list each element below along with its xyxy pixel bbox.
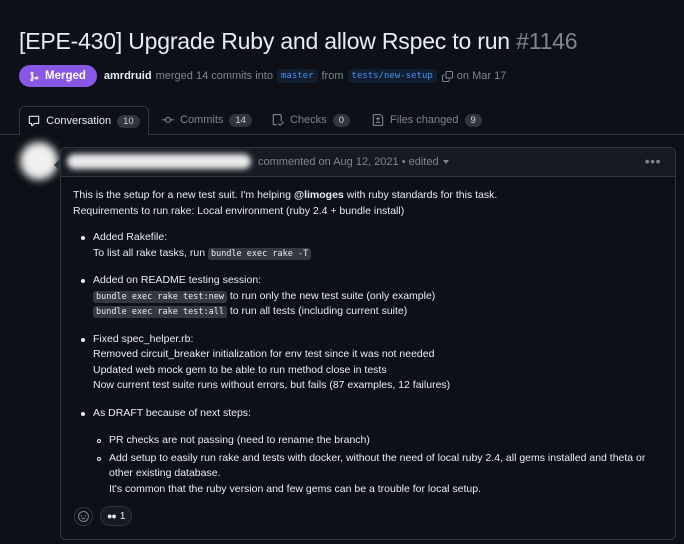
comment-icon [29, 115, 40, 127]
list-item: Fixed spec_helper.rb: Removed circuit_br… [73, 332, 665, 394]
list-item-title: Added on README testing session: [93, 274, 262, 286]
chevron-down-icon [442, 160, 449, 165]
sub-bullet-list: PR checks are not passing (need to renam… [73, 433, 665, 497]
list-item-text: Updated web mock gem to be able to run m… [93, 363, 387, 376]
reaction-eyes[interactable]: ●● 1 [100, 506, 133, 526]
comment-body: This is the setup for a new test suit. I… [73, 188, 665, 497]
tab-count: 14 [229, 113, 252, 127]
list-item-text: It's common that the ruby version and fe… [109, 482, 482, 495]
commit-icon [162, 116, 174, 123]
tab-conversation[interactable]: Conversation 10 [19, 106, 149, 135]
comment-box: commented on Aug 12, 2021 • edited ••• T… [54, 147, 676, 540]
paragraph: Requirements to run rake: Local environm… [73, 204, 405, 217]
tab-label: Commits [180, 114, 224, 126]
add-reaction-button[interactable] [74, 506, 93, 526]
merge-icon [30, 71, 39, 81]
list-item-title: As DRAFT because of next steps: [93, 406, 251, 419]
eyes-icon: ●● [107, 511, 117, 521]
from-text: from [321, 70, 344, 82]
merge-date: on Mar 17 [456, 70, 507, 82]
list-item: Added Rakefile: To list all rake tasks, … [73, 230, 665, 261]
tab-count: 0 [332, 113, 350, 127]
list-item-text: Add setup to easily run rake and tests w… [109, 451, 646, 464]
pr-meta: Merged amrdruid merged 14 commits into m… [19, 65, 506, 87]
pr-title: [EPE-430] Upgrade Ruby and allow Rspec t… [19, 28, 578, 55]
tab-count: 10 [117, 114, 140, 128]
file-diff-icon [372, 114, 384, 126]
tab-count: 9 [464, 113, 482, 127]
copy-icon[interactable] [441, 70, 453, 82]
pr-title-text: [EPE-430] Upgrade Ruby and allow Rspec t… [19, 28, 510, 54]
mention-link[interactable]: @limoges [294, 189, 344, 201]
list-item-text: bundle exec rake test:new to run only th… [93, 289, 665, 305]
smiley-icon [78, 510, 89, 522]
checklist-icon [272, 114, 284, 126]
bullet-list: Added Rakefile: To list all rake tasks, … [73, 230, 665, 421]
list-item: Added on README testing session: bundle … [73, 273, 665, 320]
merge-text: merged 14 commits into [155, 70, 273, 82]
text: To list all rake tasks, run [93, 246, 208, 259]
author-link[interactable]: amrdruid [104, 70, 152, 82]
list-item-title: Added Rakefile: [93, 231, 168, 243]
inline-code: bundle exec rake test:all [93, 306, 227, 318]
status-badge: Merged [19, 65, 97, 87]
status-label: Merged [45, 70, 86, 82]
comment-meta-text: commented on Aug 12, 2021 • edited [258, 156, 439, 168]
list-item: Add setup to easily run rake and tests w… [73, 451, 665, 498]
pr-tabs: Conversation 10 Commits 14 Checks 0 File… [0, 106, 684, 135]
head-branch[interactable]: tests/new-setup [347, 69, 437, 83]
text: to run only the new test suite (only exa… [226, 289, 436, 302]
author-name-redacted[interactable] [67, 154, 251, 169]
tab-label: Conversation [46, 115, 112, 127]
list-item: PR checks are not passing (need to renam… [73, 433, 665, 449]
tab-label: Checks [290, 114, 327, 126]
tab-checks[interactable]: Checks 0 [272, 106, 350, 134]
comment-meta[interactable]: commented on Aug 12, 2021 • edited [258, 156, 449, 168]
tab-files-changed[interactable]: Files changed 9 [372, 106, 482, 134]
inline-code: bundle exec rake -T [207, 247, 312, 260]
base-branch[interactable]: master [276, 69, 318, 83]
pr-number[interactable]: #1146 [516, 28, 577, 54]
list-item-text: PR checks are not passing (need to renam… [109, 434, 370, 446]
tab-commits[interactable]: Commits 14 [162, 106, 252, 134]
list-item-title: Fixed spec_helper.rb: [93, 332, 194, 345]
reactions-bar: ●● 1 [74, 506, 133, 526]
comment-header: commented on Aug 12, 2021 • edited ••• [54, 148, 675, 177]
text: to run all tests (including current suit… [226, 305, 408, 317]
text: with ruby standards for this task. [343, 189, 498, 201]
list-item-text: other existing database. [109, 467, 221, 479]
list-item-text: Removed circuit_breaker initialization f… [93, 348, 435, 360]
list-item-text: To list all rake tasks, run bundle exec … [93, 246, 665, 262]
kebab-menu-icon[interactable]: ••• [645, 153, 661, 169]
avatar[interactable] [20, 142, 58, 180]
tab-label: Files changed [390, 114, 459, 126]
inline-code: bundle exec rake test:new [93, 290, 227, 303]
list-item-text: Now current test suite runs without erro… [93, 379, 451, 391]
reaction-count: 1 [119, 510, 126, 522]
list-item: As DRAFT because of next steps: [73, 406, 665, 422]
list-item-text: bundle exec rake test:all to run all tes… [93, 304, 665, 320]
text: This is the setup for a new test suit. I… [73, 189, 294, 201]
paragraph: This is the setup for a new test suit. I… [73, 188, 665, 204]
